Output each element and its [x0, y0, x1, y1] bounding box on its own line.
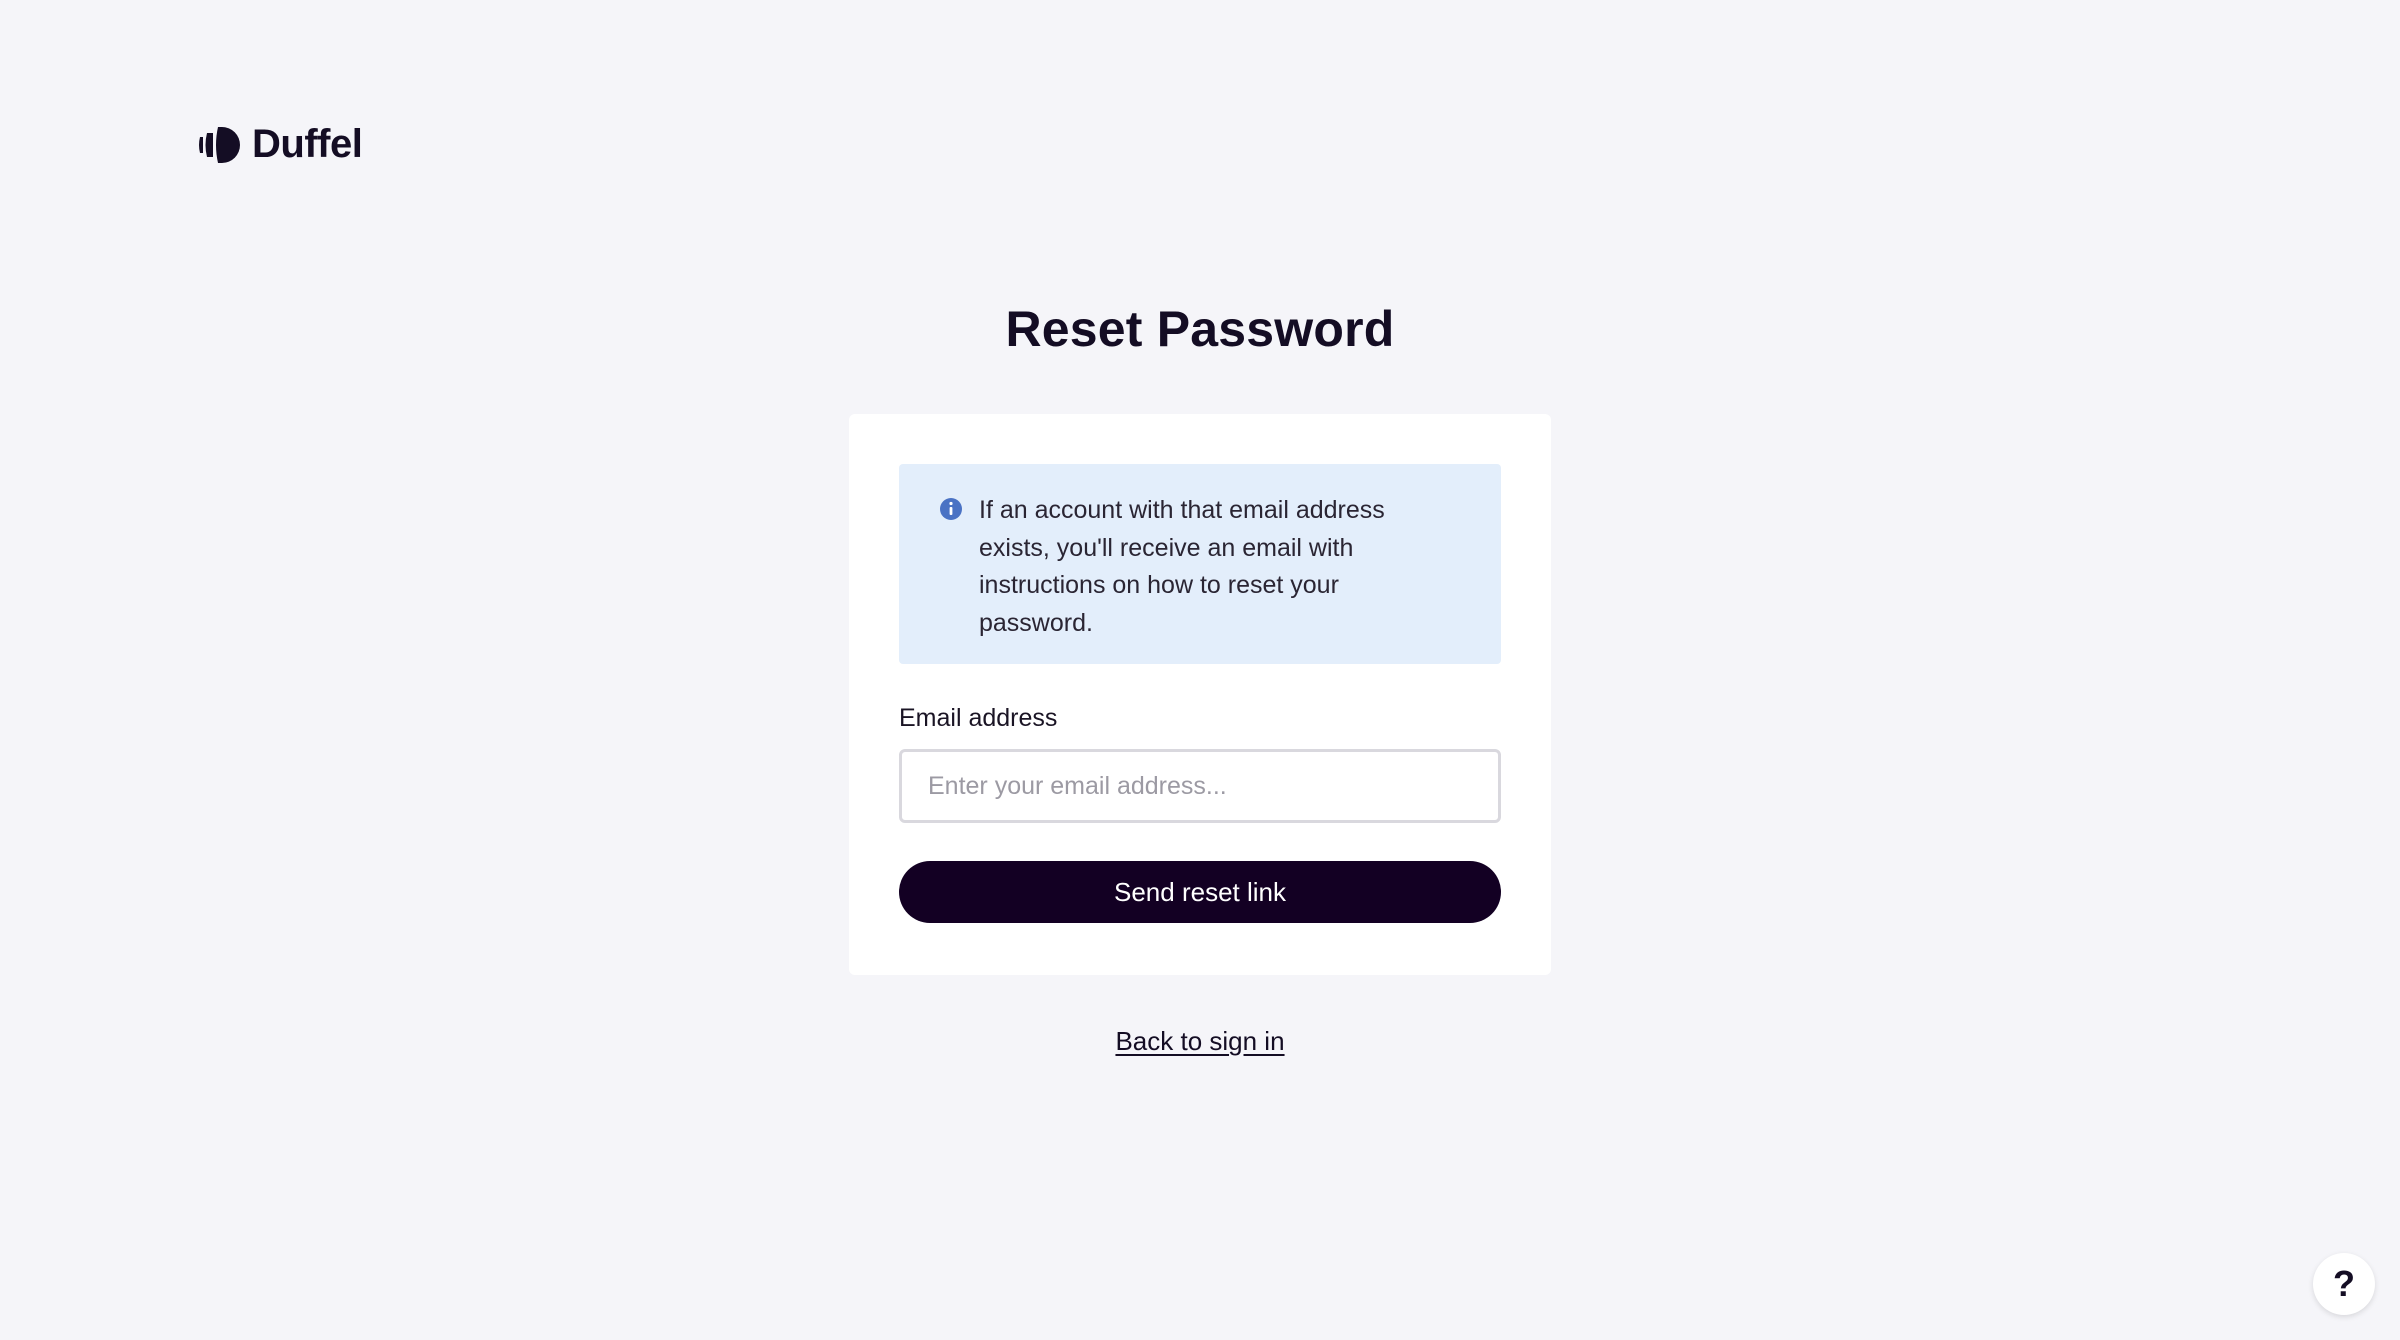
duffel-logo-icon [198, 125, 242, 165]
info-icon [939, 497, 963, 526]
info-banner: If an account with that email address ex… [899, 464, 1501, 664]
brand-name: Duffel [252, 122, 363, 166]
back-link-container: Back to sign in [0, 1026, 2400, 1057]
email-label: Email address [899, 704, 1058, 732]
brand-logo[interactable]: Duffel [198, 122, 363, 167]
info-banner-text: If an account with that email address ex… [979, 496, 1385, 637]
reset-password-card: If an account with that email address ex… [849, 414, 1551, 975]
email-field[interactable] [899, 749, 1501, 823]
page-title: Reset Password [1005, 301, 1395, 357]
back-to-sign-in-link[interactable]: Back to sign in [1115, 1026, 1284, 1056]
reset-password-page: Duffel Reset Password If an account with… [0, 0, 2400, 1340]
help-button[interactable]: ? [2313, 1253, 2375, 1315]
send-reset-link-button[interactable]: Send reset link [899, 861, 1501, 923]
help-icon: ? [2333, 1263, 2355, 1304]
